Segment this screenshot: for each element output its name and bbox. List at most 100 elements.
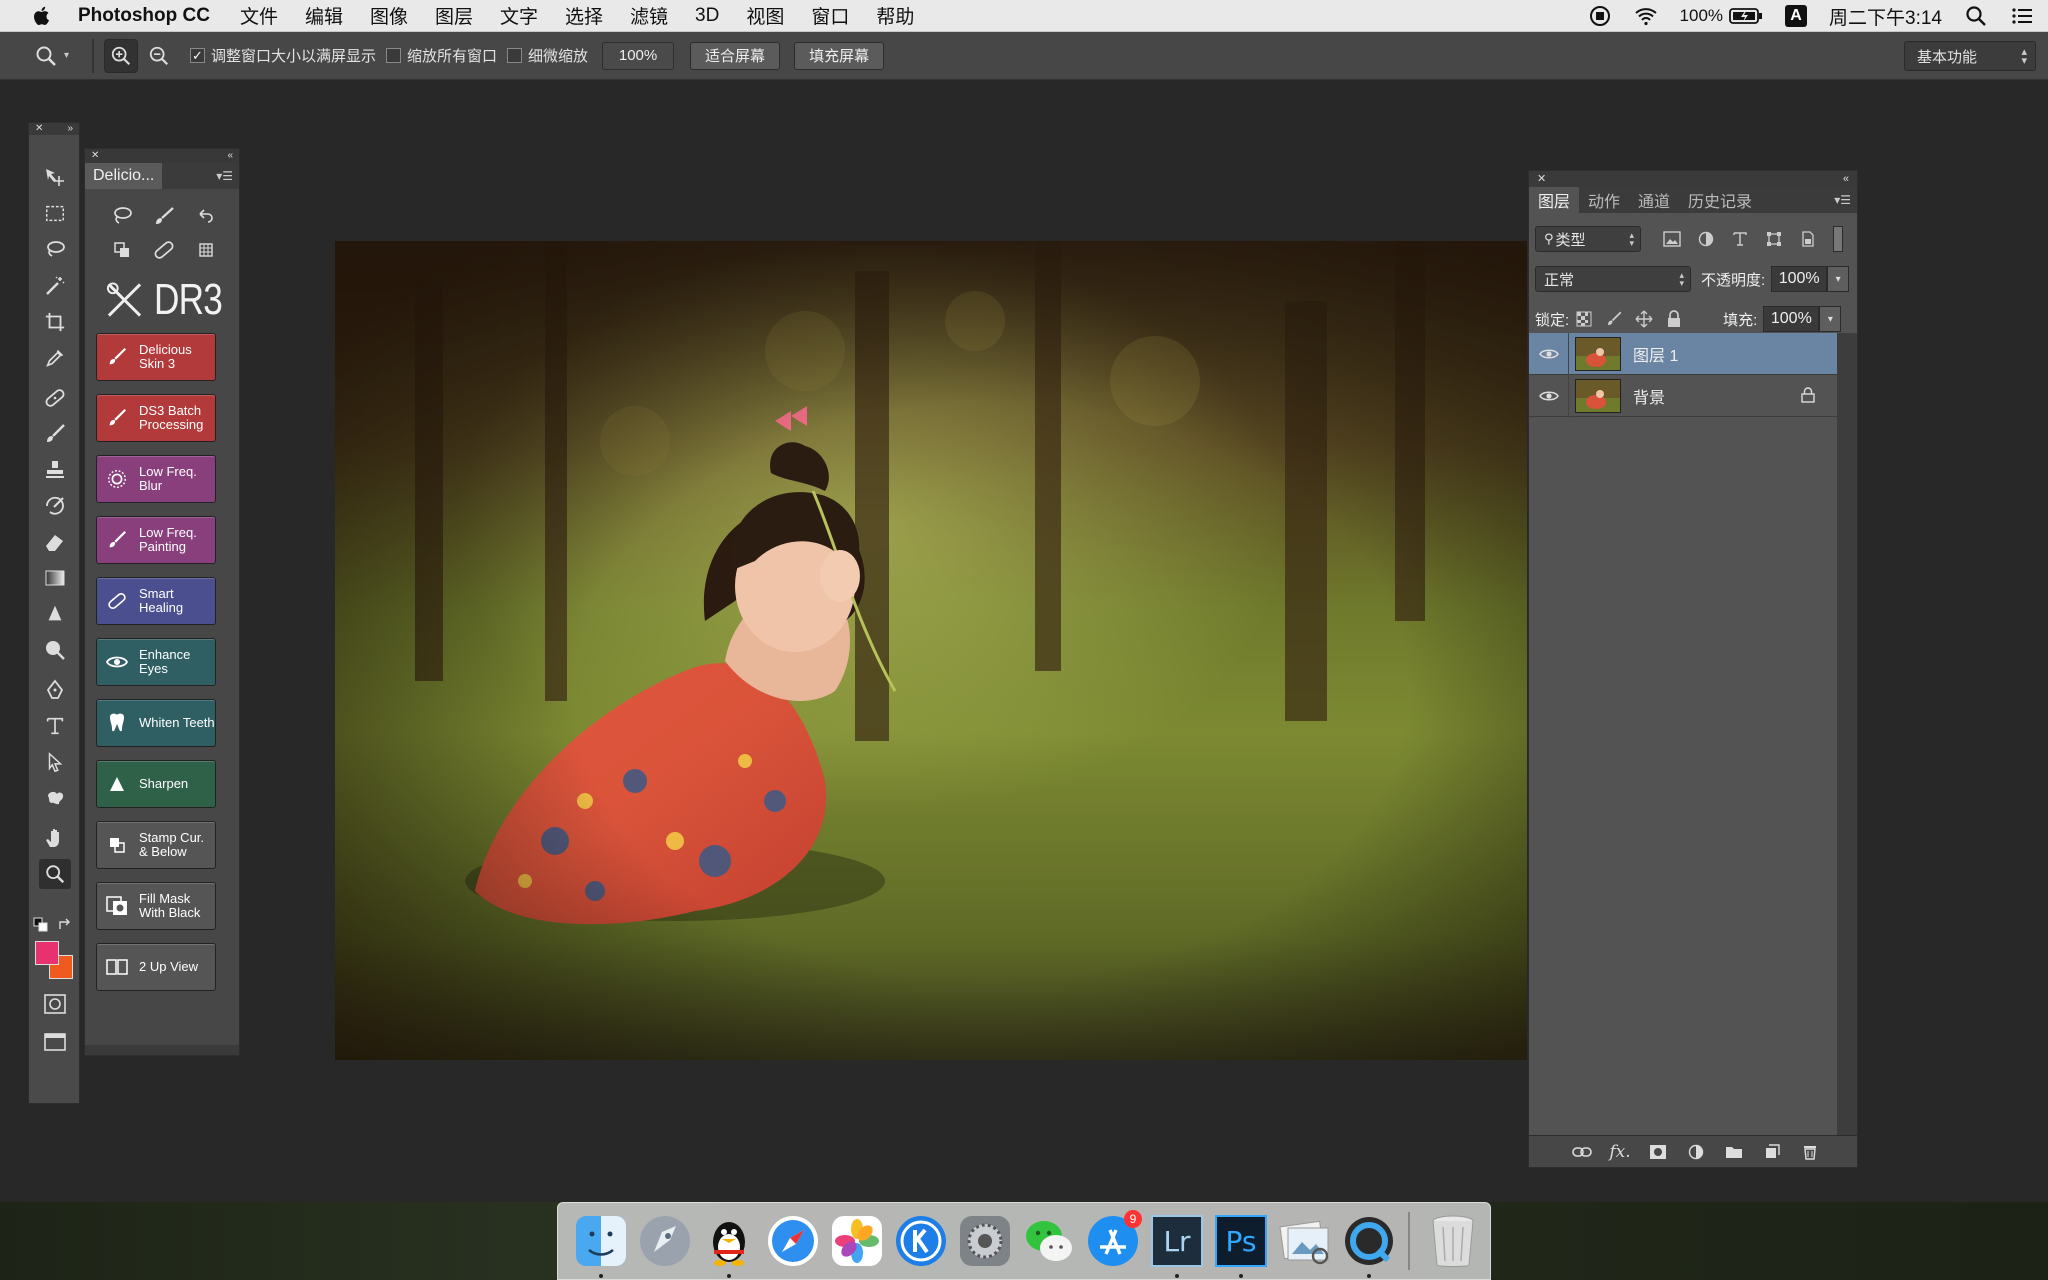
new-group-button[interactable] xyxy=(1715,1136,1753,1168)
panel-header-bar[interactable]: ✕ « xyxy=(85,149,239,163)
close-icon[interactable]: ✕ xyxy=(91,149,99,163)
dock-lightroom[interactable]: Lr xyxy=(1148,1212,1206,1278)
gradient-tool[interactable] xyxy=(39,563,71,593)
filter-adjustment-layers-button[interactable] xyxy=(1693,226,1719,252)
tool-preset-picker[interactable]: ▾ xyxy=(34,44,82,68)
layer-visibility-toggle[interactable] xyxy=(1529,332,1569,375)
close-icon[interactable]: ✕ xyxy=(1537,171,1546,187)
plugin-action-button[interactable]: Smart Healing xyxy=(96,577,216,625)
collapse-icon[interactable]: « xyxy=(1843,171,1849,187)
default-colors-icon[interactable] xyxy=(33,917,49,933)
menu-edit[interactable]: 编辑 xyxy=(305,2,343,29)
brush-tool[interactable] xyxy=(39,419,71,449)
menu-view[interactable]: 视图 xyxy=(746,2,784,29)
menu-help[interactable]: 帮助 xyxy=(876,2,914,29)
menu-file[interactable]: 文件 xyxy=(240,2,278,29)
tab-channels[interactable]: 通道 xyxy=(1629,187,1679,213)
fill-input[interactable]: 100% xyxy=(1763,306,1820,332)
spotlight-search-icon[interactable] xyxy=(1964,4,1988,28)
screen-record-icon[interactable] xyxy=(1588,4,1612,28)
crop-tool[interactable] xyxy=(39,307,71,337)
new-layer-button[interactable] xyxy=(1753,1136,1791,1168)
panel-header-bar[interactable]: ✕ « xyxy=(1529,171,1857,187)
dock-kugou[interactable] xyxy=(892,1212,950,1270)
plugin-action-button[interactable]: Delicious Skin 3 xyxy=(96,333,216,381)
plugin-layer-button[interactable] xyxy=(101,233,143,267)
opacity-slider-toggle[interactable]: ▾ xyxy=(1827,266,1850,292)
fit-screen-button[interactable]: 适合屏幕 xyxy=(690,41,781,70)
menu-layer[interactable]: 图层 xyxy=(435,2,473,29)
filter-kind-select[interactable]: ⚲ 类型 ▴ ▾ xyxy=(1535,226,1641,252)
toolbox-header[interactable]: ✕ » xyxy=(29,123,79,135)
lock-transparent-pixels-button[interactable] xyxy=(1571,306,1597,332)
filter-pixel-layers-button[interactable] xyxy=(1659,226,1685,252)
plugin-action-button[interactable]: Fill Mask With Black xyxy=(96,882,216,930)
zoom-in-button[interactable] xyxy=(104,38,138,73)
wifi-icon[interactable] xyxy=(1634,4,1658,28)
blur-tool[interactable] xyxy=(39,599,71,629)
marquee-tool[interactable] xyxy=(39,199,71,229)
plugin-brush-button[interactable] xyxy=(143,199,185,233)
dock-finder[interactable] xyxy=(572,1212,630,1278)
plugin-action-button[interactable]: Enhance Eyes xyxy=(96,638,216,686)
dock-wechat[interactable] xyxy=(1020,1212,1078,1270)
custom-shape-tool[interactable] xyxy=(39,783,71,813)
plugin-tab[interactable]: Delicio... xyxy=(85,163,163,189)
pen-tool[interactable] xyxy=(39,675,71,705)
dock-safari[interactable] xyxy=(764,1212,822,1270)
add-mask-button[interactable] xyxy=(1639,1136,1677,1168)
plugin-heal-button[interactable] xyxy=(143,233,185,267)
eyedropper-tool[interactable] xyxy=(39,343,71,373)
eraser-tool[interactable] xyxy=(39,527,71,557)
document-canvas-photo[interactable] xyxy=(335,241,1527,1060)
plugin-action-button[interactable]: Stamp Cur. & Below xyxy=(96,821,216,869)
app-menu[interactable]: Photoshop CC xyxy=(78,5,210,27)
plugin-texture-button[interactable] xyxy=(185,233,227,267)
delete-layer-button[interactable] xyxy=(1791,1136,1829,1168)
menu-type[interactable]: 文字 xyxy=(500,2,538,29)
path-selection-tool[interactable] xyxy=(39,747,71,777)
layer-name[interactable]: 背景 xyxy=(1633,384,1665,408)
input-method-indicator[interactable]: A xyxy=(1785,5,1808,27)
plugin-action-button[interactable]: Whiten Teeth xyxy=(96,699,216,747)
new-adjustment-layer-button[interactable] xyxy=(1677,1136,1715,1168)
layer-name[interactable]: 图层 1 xyxy=(1633,342,1678,366)
lasso-tool[interactable] xyxy=(39,235,71,265)
menu-select[interactable]: 选择 xyxy=(565,2,603,29)
panel-menu-icon[interactable]: ▾☰ xyxy=(1834,193,1851,207)
plugin-action-button[interactable]: Low Freq. Painting xyxy=(96,516,216,564)
dock-photoshop[interactable]: Ps xyxy=(1212,1212,1270,1278)
dock-trash[interactable] xyxy=(1424,1212,1482,1270)
clock[interactable]: 周二下午3:14 xyxy=(1829,3,1942,30)
menu-image[interactable]: 图像 xyxy=(370,2,408,29)
tab-layers[interactable]: 图层 xyxy=(1529,187,1580,213)
menu-filter[interactable]: 滤镜 xyxy=(630,2,668,29)
filter-smart-object-button[interactable] xyxy=(1795,226,1821,252)
menu-window[interactable]: 窗口 xyxy=(811,2,849,29)
screen-mode-button[interactable] xyxy=(39,1027,71,1057)
zoom-tool[interactable] xyxy=(39,859,71,889)
foreground-color-swatch[interactable] xyxy=(35,941,59,965)
resize-windows-checkbox[interactable]: ✓ xyxy=(190,48,205,63)
fill-screen-button[interactable]: 填充屏幕 xyxy=(794,41,885,70)
dock-photos[interactable] xyxy=(828,1212,886,1270)
clone-stamp-tool[interactable] xyxy=(39,455,71,485)
magic-wand-tool[interactable] xyxy=(39,271,71,301)
plugin-action-button[interactable]: Sharpen xyxy=(96,760,216,808)
zoom-out-button[interactable] xyxy=(142,39,176,73)
collapse-icon[interactable]: « xyxy=(227,149,233,163)
lock-position-button[interactable] xyxy=(1631,306,1657,332)
dock-launchpad[interactable] xyxy=(636,1212,694,1270)
lock-all-button[interactable] xyxy=(1661,306,1687,332)
dock-app-store[interactable]: 9 xyxy=(1084,1210,1142,1270)
plugin-undo-button[interactable] xyxy=(185,199,227,233)
expand-icon[interactable]: » xyxy=(67,123,73,135)
plugin-action-button[interactable]: 2 Up View xyxy=(96,943,216,991)
plugin-lasso-button[interactable] xyxy=(101,199,143,233)
opacity-input[interactable]: 100% xyxy=(1771,266,1828,292)
swap-colors-icon[interactable] xyxy=(57,917,73,933)
workspace-switcher[interactable]: 基本功能 ▴ ▾ xyxy=(1904,41,2036,71)
dock-quicktime[interactable] xyxy=(1340,1212,1398,1278)
link-layers-button[interactable] xyxy=(1563,1136,1601,1168)
dodge-tool[interactable] xyxy=(39,635,71,665)
